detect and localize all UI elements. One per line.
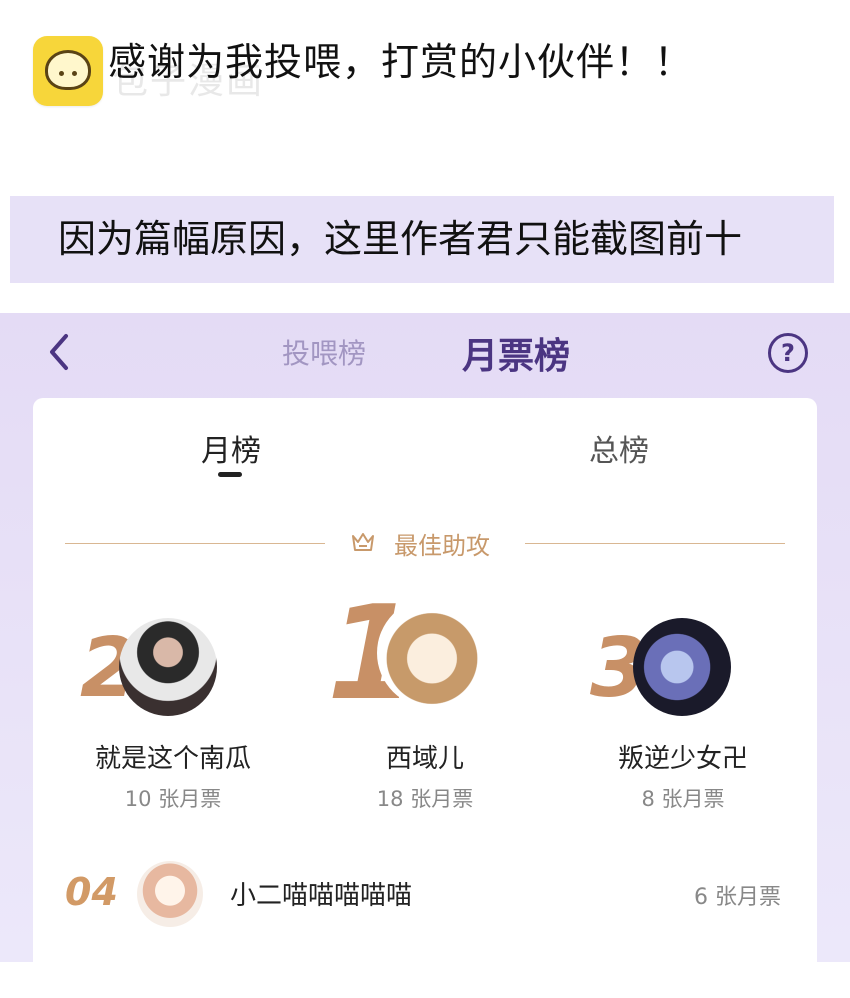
avatar bbox=[633, 618, 731, 716]
podium-votes: 10 张月票 bbox=[124, 787, 222, 811]
crown-icon bbox=[352, 533, 374, 551]
divider-right bbox=[525, 543, 785, 544]
list-item[interactable]: 04 小二喵喵喵喵喵 6 张月票 bbox=[33, 853, 817, 933]
podium-name: 叛逆少女卍 bbox=[617, 744, 748, 774]
podium-votes: 8 张月票 bbox=[641, 787, 725, 811]
podium-votes: 18 张月票 bbox=[376, 787, 474, 811]
top-note: 包子漫画 感谢为我投喂，打赏的小伙伴！！ bbox=[0, 0, 850, 190]
back-button[interactable] bbox=[44, 330, 76, 374]
podium-rank-2[interactable]: 2 就是这个南瓜 10 张月票 bbox=[73, 598, 273, 828]
podium-rank-3[interactable]: 3 叛逆少女卍 8 张月票 bbox=[583, 598, 783, 828]
help-icon[interactable]: ? bbox=[768, 333, 808, 373]
avatar bbox=[119, 618, 217, 716]
best-assist-label: 最佳助攻 bbox=[394, 532, 490, 560]
avatar bbox=[137, 861, 203, 927]
tab-feed-ranking[interactable]: 投喂榜 bbox=[282, 332, 366, 372]
subtab-total[interactable]: 总榜 bbox=[589, 426, 649, 470]
ranking-card: 月榜 总榜 最佳助攻 2 就是这个南瓜 10 张月票 1 西域儿 18 张月票 … bbox=[33, 398, 817, 998]
tab-monthly-ticket-ranking[interactable]: 月票榜 bbox=[462, 327, 570, 379]
podium-name: 西域儿 bbox=[385, 744, 464, 774]
ranking-screen: 投喂榜 月票榜 ? 月榜 总榜 最佳助攻 2 就是这个南瓜 10 张月票 1 西… bbox=[0, 313, 850, 998]
avatar bbox=[377, 598, 487, 708]
chevron-left-icon bbox=[50, 334, 68, 370]
thanks-text: 感谢为我投喂，打赏的小伙伴！！ bbox=[108, 40, 694, 84]
subtab-active-indicator bbox=[218, 472, 242, 477]
list-votes: 6 张月票 bbox=[694, 885, 781, 910]
divider-left bbox=[65, 543, 325, 544]
notice-banner: 因为篇幅原因，这里作者君只能截图前十 bbox=[10, 196, 834, 283]
subtab-monthly[interactable]: 月榜 bbox=[201, 426, 261, 470]
podium-rank-1[interactable]: 1 西域儿 18 张月票 bbox=[325, 588, 525, 828]
podium-name: 就是这个南瓜 bbox=[94, 744, 251, 774]
app-logo bbox=[33, 36, 103, 106]
banner-text: 因为篇幅原因，这里作者君只能截图前十 bbox=[58, 217, 743, 261]
bun-icon bbox=[45, 50, 91, 90]
list-name: 小二喵喵喵喵喵 bbox=[230, 881, 413, 911]
list-rank: 04 bbox=[65, 870, 118, 914]
